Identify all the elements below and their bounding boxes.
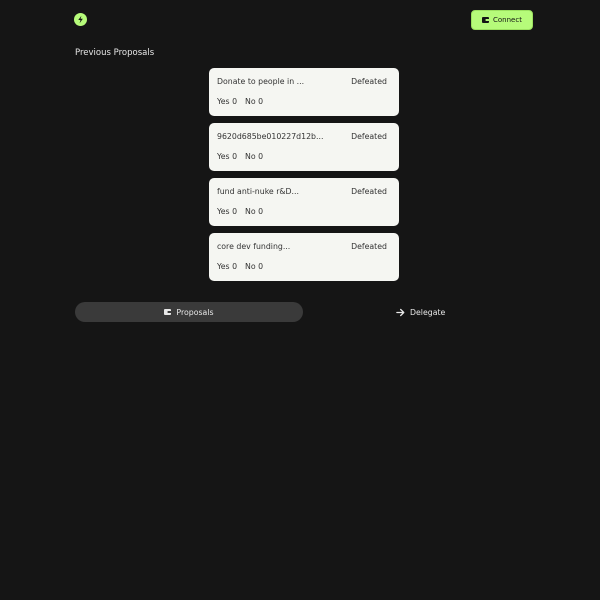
proposal-status: Defeated	[351, 77, 387, 86]
no-votes: No 0	[245, 207, 264, 216]
proposal-title: fund anti-nuke r&D...	[217, 187, 299, 196]
no-votes: No 0	[245, 97, 264, 106]
no-votes: No 0	[245, 262, 264, 271]
app-page: Connect Previous Proposals Donate to peo…	[0, 0, 600, 600]
app-logo[interactable]	[74, 13, 87, 26]
tab-delegate[interactable]: Delegate	[396, 305, 445, 319]
tab-proposals[interactable]: Proposals	[75, 302, 303, 322]
wallet-icon	[482, 17, 490, 23]
proposal-card[interactable]: Donate to people in ... Defeated Yes 0 N…	[209, 68, 399, 116]
connect-label: Connect	[493, 16, 522, 24]
wallet-icon	[164, 309, 172, 315]
proposal-card[interactable]: core dev funding... Defeated Yes 0 No 0	[209, 233, 399, 281]
proposal-title: Donate to people in ...	[217, 77, 305, 86]
no-votes: No 0	[245, 152, 264, 161]
yes-votes: Yes 0	[217, 262, 238, 271]
section-title: Previous Proposals	[75, 48, 155, 58]
yes-votes: Yes 0	[217, 207, 238, 216]
proposal-status: Defeated	[351, 187, 387, 196]
tab-proposals-label: Proposals	[176, 307, 214, 317]
bolt-icon	[78, 15, 83, 24]
proposal-card[interactable]: 9620d685be010227d12b... Defeated Yes 0 N…	[209, 123, 399, 171]
proposal-title: 9620d685be010227d12b...	[217, 132, 324, 141]
arrow-right-icon	[396, 308, 405, 316]
proposal-list: Donate to people in ... Defeated Yes 0 N…	[209, 68, 399, 288]
yes-votes: Yes 0	[217, 97, 238, 106]
connect-button[interactable]: Connect	[471, 10, 533, 30]
proposal-title: core dev funding...	[217, 242, 291, 251]
yes-votes: Yes 0	[217, 152, 238, 161]
proposal-card[interactable]: fund anti-nuke r&D... Defeated Yes 0 No …	[209, 178, 399, 226]
proposal-status: Defeated	[351, 132, 387, 141]
proposal-status: Defeated	[351, 242, 387, 251]
tab-delegate-label: Delegate	[410, 307, 446, 317]
